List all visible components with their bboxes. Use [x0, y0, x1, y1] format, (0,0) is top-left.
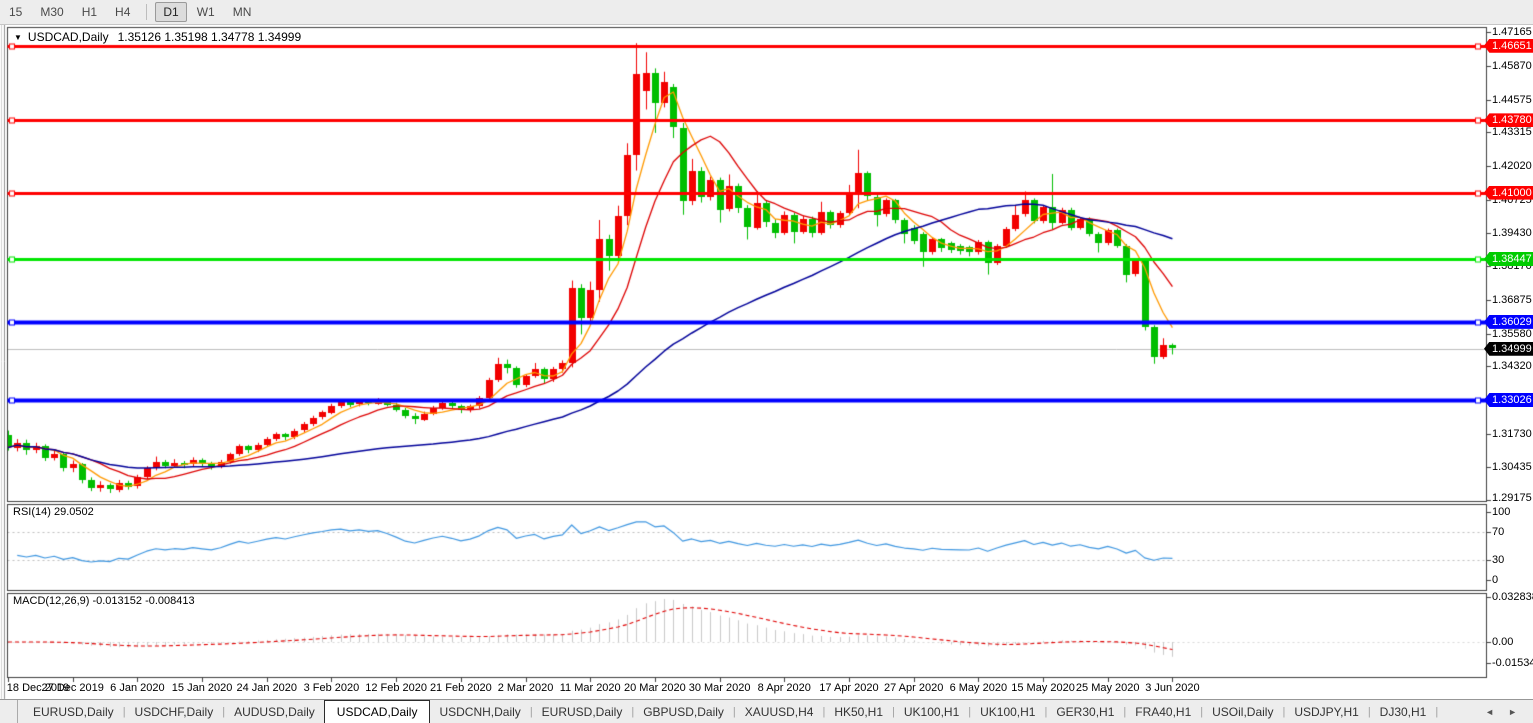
symbol-tab-usdcad-daily[interactable]: USDCAD,Daily — [324, 700, 431, 723]
date-axis-label: 8 Apr 2020 — [748, 682, 820, 694]
symbol-tab-ger30-h1[interactable]: GER30,H1 — [1047, 700, 1123, 723]
price-tick-label: 1.47165 — [1492, 26, 1532, 38]
date-axis-label: 24 Jan 2020 — [231, 682, 303, 694]
price-line-badge: 1.41000 — [1484, 186, 1533, 200]
price-tick-label: 1.42020 — [1492, 160, 1532, 172]
tab-scroll-left-icon[interactable]: ◄ — [1485, 707, 1494, 717]
price-line-badge: 1.38447 — [1484, 252, 1533, 266]
price-line-badge: 1.33026 — [1484, 393, 1533, 407]
macd-scale-label: 0.00 — [1492, 636, 1513, 648]
rsi-label: RSI(14) 29.0502 — [13, 506, 94, 518]
price-tick-label: 1.39430 — [1492, 227, 1532, 239]
date-axis-label: 17 Apr 2020 — [813, 682, 885, 694]
symbol-tab-xauusd-h4[interactable]: XAUUSD,H4 — [736, 700, 823, 723]
chart-ohlc-values: 1.35126 1.35198 1.34778 1.34999 — [118, 30, 302, 44]
macd-scale-label: -0.015342 — [1492, 657, 1533, 669]
price-line-badge: 1.43780 — [1484, 113, 1533, 127]
price-tick-label: 1.45870 — [1492, 60, 1532, 72]
timeframe-button-d1[interactable]: D1 — [155, 2, 186, 22]
timeframe-button-mn[interactable]: MN — [225, 2, 260, 22]
price-tick-label: 1.44575 — [1492, 94, 1532, 106]
date-axis-label: 25 May 2020 — [1072, 682, 1144, 694]
date-axis-label: 27 Apr 2020 — [878, 682, 950, 694]
symbol-tab-hk50-h1[interactable]: HK50,H1 — [825, 700, 892, 723]
date-axis-label: 27 Dec 2019 — [37, 682, 109, 694]
macd-label: MACD(12,26,9) -0.013152 -0.008413 — [13, 595, 195, 607]
tabbar-left-notch — [13, 700, 18, 723]
symbol-tab-uk100-h1[interactable]: UK100,H1 — [971, 700, 1044, 723]
price-tick-label: 1.30435 — [1492, 461, 1532, 473]
current-price-badge: 1.34999 — [1484, 342, 1533, 356]
price-tick-label: 1.43315 — [1492, 126, 1532, 138]
mt4-chart-window: 15M30H1H4 D1W1MN ▼ USDCAD,Daily 1.35126 1.3… — [0, 0, 1533, 723]
symbol-tab-audusd-daily[interactable]: AUDUSD,Daily — [225, 700, 324, 723]
timeframe-button-m30[interactable]: M30 — [32, 2, 71, 22]
symbol-tab-dj30-h1[interactable]: DJ30,H1 — [1371, 700, 1436, 723]
date-axis-label: 3 Feb 2020 — [295, 682, 367, 694]
date-axis-label: 6 May 2020 — [942, 682, 1014, 694]
price-tick-label: 1.29175 — [1492, 492, 1532, 504]
timeframe-toolbar: 15M30H1H4 D1W1MN — [0, 0, 1533, 25]
price-tick-label: 1.34320 — [1492, 360, 1532, 372]
toolbar-separator — [146, 4, 147, 20]
price-line-badge: 1.36029 — [1484, 315, 1533, 329]
chart-symbol-label: USDCAD,Daily — [28, 30, 109, 44]
date-axis-label: 15 May 2020 — [1007, 682, 1079, 694]
rsi-scale-label: 70 — [1492, 526, 1504, 538]
date-axis-label: 15 Jan 2020 — [166, 682, 238, 694]
symbol-tabbar: EURUSD,Daily|USDCHF,Daily|AUDUSD,DailyUS… — [0, 699, 1533, 723]
chart-canvas[interactable] — [0, 0, 1533, 723]
date-axis-label: 6 Jan 2020 — [101, 682, 173, 694]
price-tick-label: 1.31730 — [1492, 428, 1532, 440]
tab-scroll-arrows: ◄► — [1485, 700, 1533, 723]
rsi-scale-label: 30 — [1492, 554, 1504, 566]
macd-scale-label: 0.032838 — [1492, 591, 1533, 603]
symbol-tab-fra40-h1[interactable]: FRA40,H1 — [1126, 700, 1200, 723]
symbol-tab-usdjpy-h1[interactable]: USDJPY,H1 — [1285, 700, 1367, 723]
date-axis-label: 2 Mar 2020 — [490, 682, 562, 694]
symbol-tab-usoil-daily[interactable]: USOil,Daily — [1203, 700, 1282, 723]
tab-separator: | — [1435, 700, 1438, 723]
symbol-tab-usdcnh-daily[interactable]: USDCNH,Daily — [430, 700, 529, 723]
price-line-badge: 1.46651 — [1484, 39, 1533, 53]
date-axis-label: 3 Jun 2020 — [1136, 682, 1208, 694]
date-axis-label: 21 Feb 2020 — [425, 682, 497, 694]
timeframe-button-w1[interactable]: W1 — [189, 2, 223, 22]
symbol-tab-uk100-h1[interactable]: UK100,H1 — [895, 700, 968, 723]
date-axis-label: 20 Mar 2020 — [619, 682, 691, 694]
rsi-scale-label: 100 — [1492, 506, 1510, 518]
timeframe-button-h1[interactable]: H1 — [74, 2, 105, 22]
date-axis-label: 11 Mar 2020 — [554, 682, 626, 694]
symbol-tab-usdchf-daily[interactable]: USDCHF,Daily — [126, 700, 223, 723]
timeframe-button-15[interactable]: 15 — [1, 2, 30, 22]
symbol-tab-gbpusd-daily[interactable]: GBPUSD,Daily — [634, 700, 733, 723]
tab-scroll-right-icon[interactable]: ► — [1508, 707, 1517, 717]
date-axis-label: 30 Mar 2020 — [684, 682, 756, 694]
price-tick-label: 1.35580 — [1492, 328, 1532, 340]
price-tick-label: 1.36875 — [1492, 294, 1532, 306]
rsi-scale-label: 0 — [1492, 574, 1498, 586]
date-axis-label: 12 Feb 2020 — [360, 682, 432, 694]
symbol-dropdown-icon[interactable]: ▼ — [14, 33, 22, 42]
symbol-tab-eurusd-daily[interactable]: EURUSD,Daily — [24, 700, 123, 723]
chart-title: ▼ USDCAD,Daily 1.35126 1.35198 1.34778 1.3… — [14, 30, 301, 44]
timeframe-button-h4[interactable]: H4 — [107, 2, 138, 22]
symbol-tab-eurusd-daily[interactable]: EURUSD,Daily — [533, 700, 632, 723]
